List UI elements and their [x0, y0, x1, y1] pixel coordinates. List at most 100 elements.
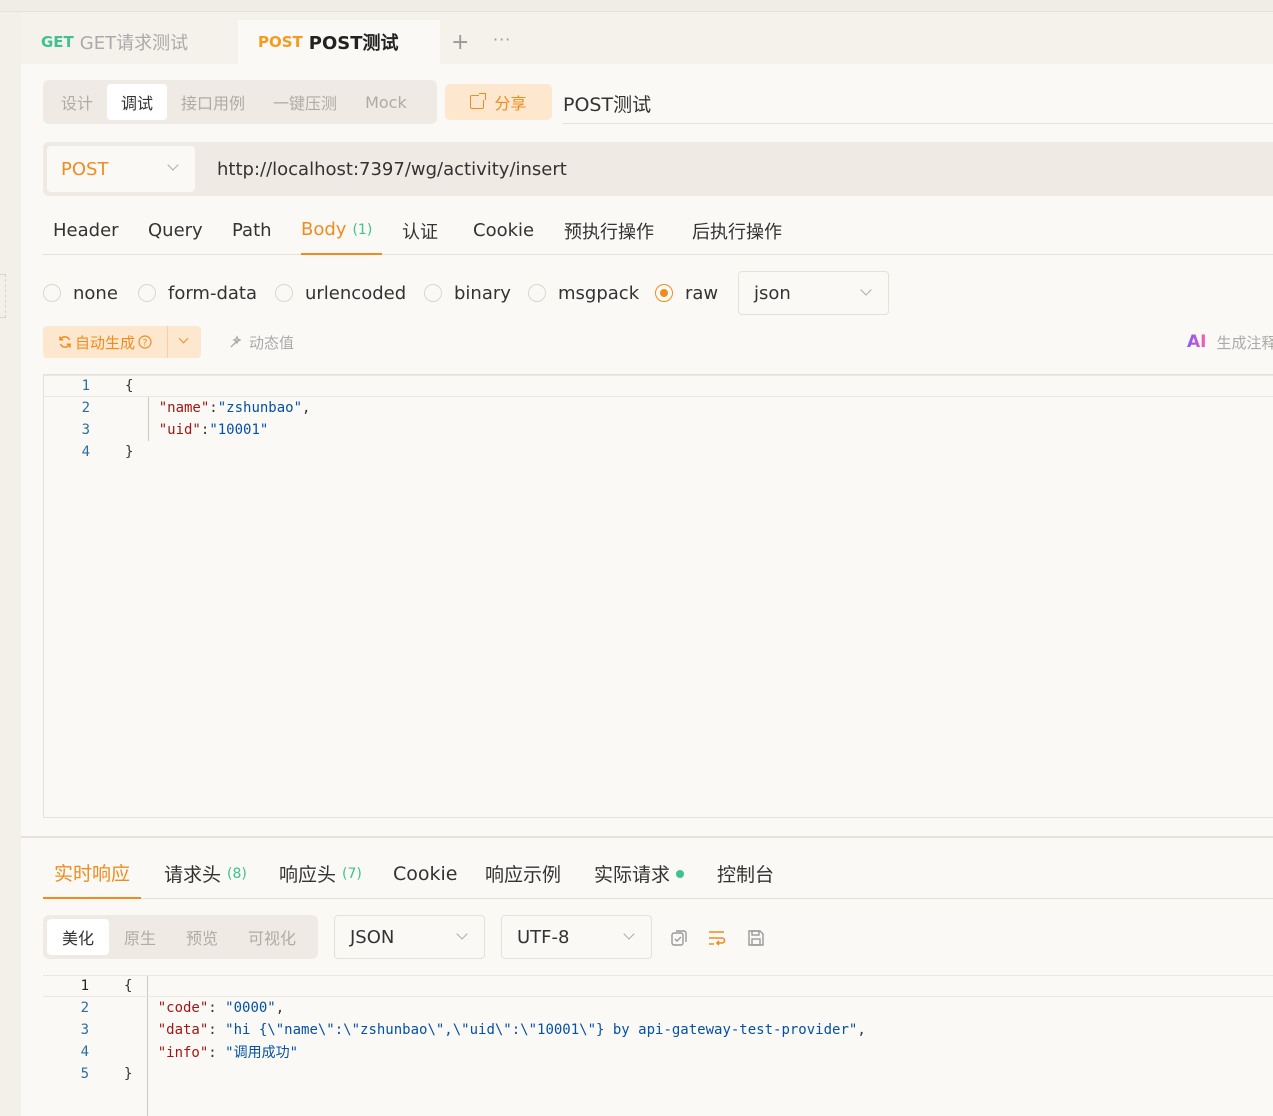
mode-debug[interactable]: 调试	[107, 84, 168, 120]
tab-count: (1)	[352, 221, 373, 238]
tab-cookie[interactable]: Cookie	[473, 206, 534, 255]
tab-post-request[interactable]: POST POST测试	[238, 20, 440, 64]
autogen-button[interactable]: 自动生成 ?	[43, 326, 168, 358]
tab-post-actions[interactable]: 后执行操作	[692, 206, 782, 255]
code-text: }	[124, 1066, 132, 1082]
response-body-viewer[interactable]: 1{2 "code": "0000", 3 "data": "hi {\"name…	[43, 975, 1273, 1116]
mode-stress-test[interactable]: 一键压测	[259, 84, 351, 120]
radio-label: form-data	[168, 282, 258, 304]
tab-cookie[interactable]: Cookie	[393, 848, 458, 899]
tab-console[interactable]: 控制台	[717, 848, 774, 899]
mode-mock[interactable]: Mock	[351, 84, 421, 120]
tab-query[interactable]: Query	[148, 206, 203, 255]
share-button[interactable]: 分享	[445, 84, 552, 120]
json-string: "0000"	[225, 1000, 276, 1016]
line-number: 1	[80, 978, 89, 994]
magic-wand-icon	[230, 335, 242, 348]
radio-raw[interactable]: raw	[655, 271, 718, 315]
autogen-dropdown-icon[interactable]	[168, 326, 201, 358]
copy-icon[interactable]	[669, 928, 689, 948]
json-punct: ,	[857, 1022, 866, 1038]
code-line: 5}	[43, 1063, 1273, 1085]
tab-auth[interactable]: 认证	[402, 206, 438, 255]
tab-live-response[interactable]: 实时响应	[43, 848, 142, 899]
line-number: 4	[81, 444, 90, 460]
radio-form-data[interactable]: form-data	[138, 271, 257, 315]
tab-response-headers[interactable]: 响应头 (7)	[279, 848, 362, 899]
encoding-select[interactable]: UTF-8	[501, 915, 652, 959]
json-punct: :	[208, 1000, 226, 1016]
encoding-value: UTF-8	[517, 926, 570, 948]
tab-get-request[interactable]: GET GET请求测试	[21, 20, 236, 64]
view-preview[interactable]: 预览	[171, 919, 233, 955]
code-text: "name":"zshunbao",	[125, 400, 311, 416]
line-number: 1	[81, 378, 90, 394]
radio-binary[interactable]: binary	[424, 271, 511, 315]
json-punct: ,	[302, 400, 311, 416]
tab-response-example[interactable]: 响应示例	[485, 848, 561, 899]
code-text: "uid":"10001"	[125, 422, 269, 438]
radio-circle	[275, 284, 293, 302]
tab-title: POST测试	[308, 33, 399, 54]
view-raw[interactable]: 原生	[109, 919, 171, 955]
ai-generate-label: 生成注释	[1216, 333, 1273, 352]
resize-handle[interactable]	[0, 274, 6, 318]
method-select[interactable]: POST	[47, 146, 195, 192]
radio-circle	[43, 284, 61, 302]
radio-none[interactable]: none	[43, 271, 118, 315]
ai-generate-button[interactable]: AI 生成注释	[1187, 326, 1273, 358]
tab-label: 实际请求	[594, 864, 671, 886]
url-input[interactable]: http://localhost:7397/wg/activity/insert	[217, 142, 567, 196]
chevron-down-icon	[456, 928, 468, 940]
tab-method: POST	[258, 33, 303, 51]
request-panel: 设计 调试 接口用例 一键压测 Mock 分享 POST测试 POST http…	[21, 64, 1273, 836]
json-key: "info"	[157, 1045, 209, 1061]
left-sidebar-edge	[0, 12, 21, 1116]
json-key: "code"	[157, 1000, 209, 1016]
response-format-select[interactable]: JSON	[334, 915, 485, 959]
tab-actual-request[interactable]: 实际请求	[594, 848, 685, 899]
dynamic-value-button[interactable]: 动态值	[229, 326, 294, 358]
tab-bar: GET GET请求测试 POST POST测试 + ···	[21, 12, 1273, 64]
tab-body[interactable]: Body (1)	[301, 206, 383, 255]
code-line: 1{	[43, 975, 1273, 997]
autogen-label: 自动生成	[74, 333, 135, 352]
code-text: "info": "调用成功"	[124, 1042, 298, 1062]
view-visualize[interactable]: 可视化	[233, 919, 311, 955]
tab-label: Header	[53, 220, 119, 241]
radio-circle	[424, 284, 442, 302]
code-line: 2 "code": "0000",	[43, 997, 1273, 1019]
tab-label: 后执行操作	[692, 221, 782, 243]
share-label: 分享	[494, 94, 527, 113]
json-punct	[124, 1000, 158, 1016]
code-line: 1{	[44, 375, 1273, 397]
json-punct	[125, 422, 159, 438]
mode-switcher: 设计 调试 接口用例 一键压测 Mock	[43, 80, 437, 124]
more-tabs-icon[interactable]: ···	[493, 30, 511, 49]
add-tab-icon[interactable]: +	[451, 30, 469, 55]
code-line: 2 "name":"zshunbao",	[44, 397, 1273, 419]
radio-label: raw	[685, 282, 719, 304]
radio-circle	[655, 284, 673, 302]
radio-label: urlencoded	[305, 282, 407, 304]
request-body-editor[interactable]: 1{2 "name":"zshunbao", 3 "uid":"10001" 4}	[43, 374, 1273, 818]
json-string: "zshunbao"	[217, 400, 303, 416]
radio-urlencoded[interactable]: urlencoded	[275, 271, 406, 315]
radio-circle	[138, 284, 156, 302]
wrap-lines-icon[interactable]	[707, 928, 727, 948]
tab-header[interactable]: Header	[53, 206, 119, 255]
mode-test-cases[interactable]: 接口用例	[167, 84, 259, 120]
api-name-input[interactable]: POST测试	[563, 84, 1273, 124]
view-pretty[interactable]: 美化	[47, 919, 110, 955]
tab-pre-actions[interactable]: 预执行操作	[564, 206, 654, 255]
radio-msgpack[interactable]: msgpack	[528, 271, 639, 315]
save-icon[interactable]	[746, 928, 766, 948]
tab-title: GET请求测试	[79, 33, 189, 54]
chevron-down-icon	[860, 284, 872, 296]
tab-request-headers[interactable]: 请求头 (8)	[164, 848, 247, 899]
mode-design[interactable]: 设计	[47, 84, 107, 120]
tab-path[interactable]: Path	[232, 206, 272, 255]
json-key: "uid"	[158, 422, 201, 438]
body-format-select[interactable]: json	[738, 271, 889, 315]
code-line: 4 "info": "调用成功"	[43, 1041, 1273, 1063]
